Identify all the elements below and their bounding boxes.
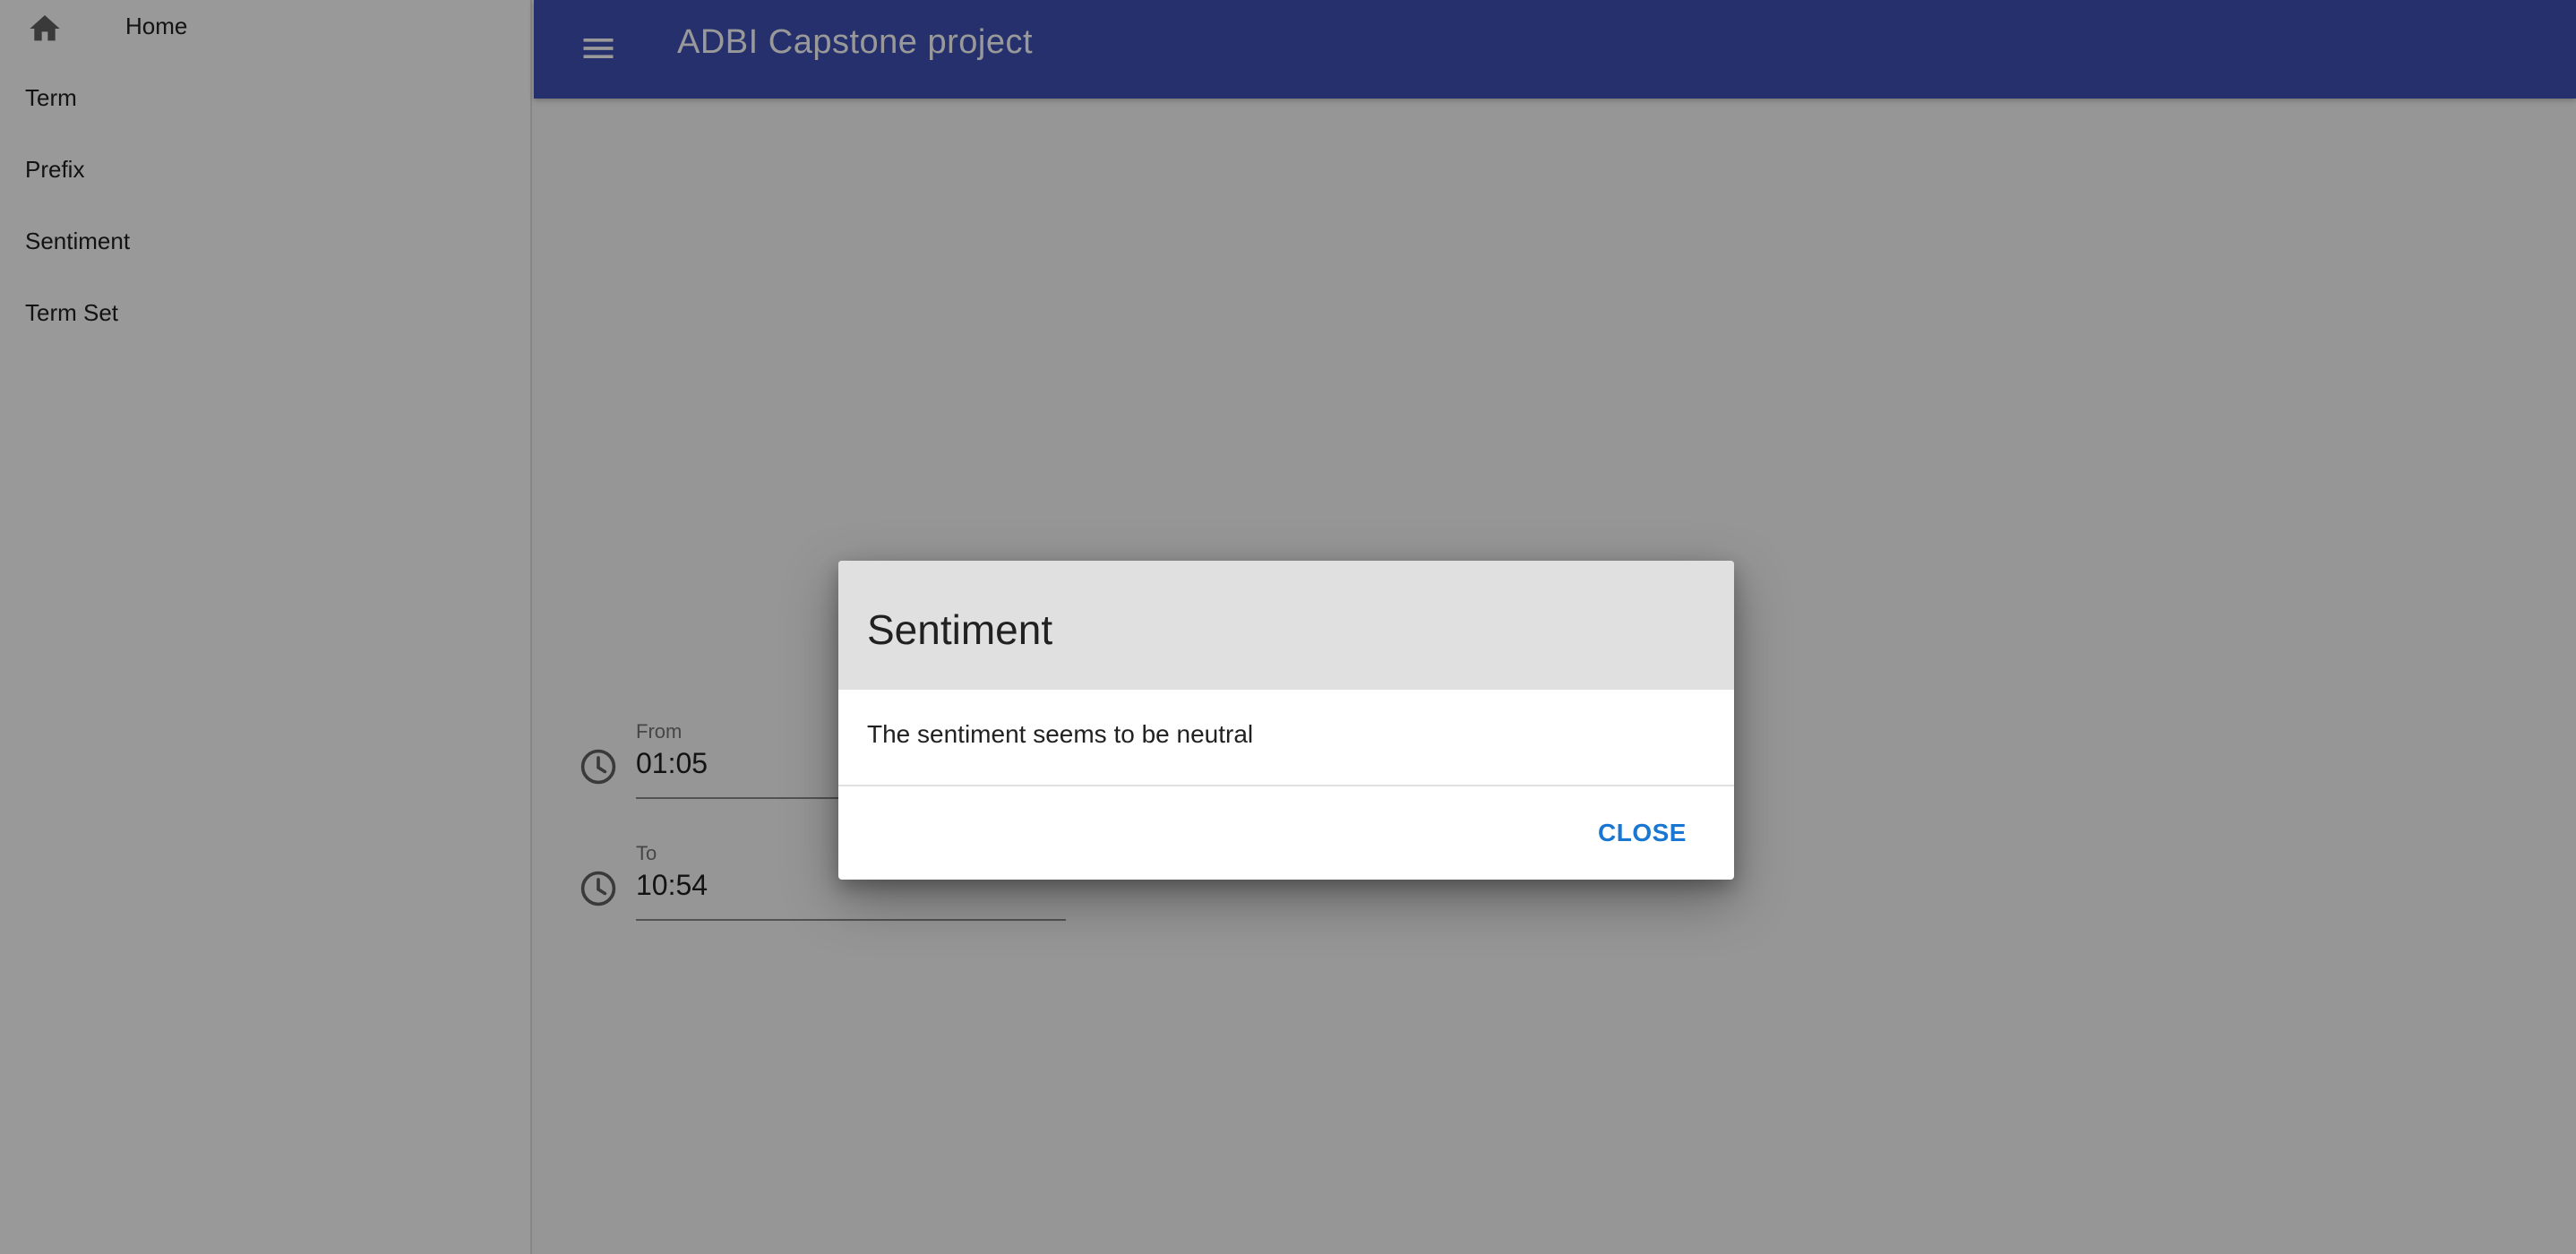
dialog-title: Sentiment (867, 606, 1053, 653)
dialog-message: The sentiment seems to be neutral (867, 720, 1254, 748)
sentiment-dialog: Sentiment The sentiment seems to be neut… (838, 561, 1734, 880)
close-button[interactable]: CLOSE (1591, 815, 1694, 851)
app-root: Home Term Prefix Sentiment Term Set ADBI… (0, 0, 2576, 1254)
dialog-divider (838, 785, 1734, 786)
dialog-header: Sentiment (838, 561, 1734, 690)
